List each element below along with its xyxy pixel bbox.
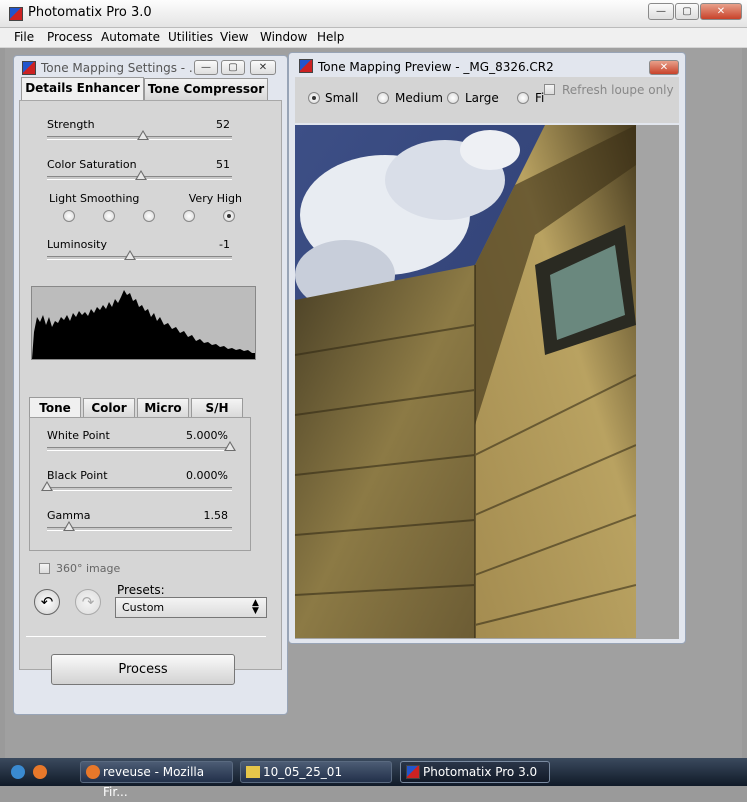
black-point-slider-thumb[interactable] [41, 481, 53, 491]
subtab-micro[interactable]: Micro [137, 398, 189, 418]
app-logo-icon [9, 7, 23, 21]
white-point-label: White Point [47, 429, 110, 442]
menu-utilities[interactable]: Utilities [168, 30, 213, 44]
refresh-loupe-label: Refresh loupe only [562, 83, 674, 97]
white-point-slider-track[interactable] [47, 447, 232, 451]
white-point-value: 5.000% [186, 429, 228, 442]
taskbar-item-label: 10_05_25_01 [263, 765, 343, 779]
subtab-sh[interactable]: S/H [191, 398, 243, 418]
menu-process[interactable]: Process [47, 30, 93, 44]
subtab-tone[interactable]: Tone [29, 397, 81, 418]
light-smoothing-option-3[interactable] [143, 210, 155, 222]
preview-toolbar: Small Medium Large Fi Refresh loupe only [295, 77, 679, 123]
divider [26, 636, 266, 637]
size-fit-label: Fi [535, 91, 545, 105]
color-saturation-value: 51 [216, 158, 230, 171]
size-medium-radio[interactable] [377, 92, 389, 104]
menu-automate[interactable]: Automate [101, 30, 160, 44]
size-small-label: Small [325, 91, 359, 105]
strength-value: 52 [216, 118, 230, 131]
black-point-value: 0.000% [186, 469, 228, 482]
menu-file[interactable]: File [14, 30, 34, 44]
light-smoothing-label: Light Smoothing [49, 192, 140, 205]
undo-arrow-icon[interactable]: ↶ [34, 589, 60, 615]
redo-arrow-icon[interactable]: ↷ [75, 589, 101, 615]
preview-title-bar[interactable]: Tone Mapping Preview - _MG_8326.CR2 ✕ [289, 53, 685, 79]
size-large-label: Large [465, 91, 499, 105]
firefox-icon[interactable] [33, 765, 47, 779]
folder-icon [246, 766, 260, 778]
histogram-graph [32, 290, 255, 359]
black-point-label: Black Point [47, 469, 108, 482]
dropdown-arrows-icon: ▲ ▼ [252, 598, 259, 616]
tone-mapping-preview-window: Tone Mapping Preview - _MG_8326.CR2 ✕ Sm… [288, 52, 686, 644]
preview-image [295, 125, 636, 638]
settings-window-icon [22, 61, 36, 75]
taskbar-item-label: Photomatix Pro 3.0 [423, 765, 538, 779]
luminosity-slider-track[interactable] [47, 256, 232, 260]
menu-bar: File Process Automate Utilities View Win… [0, 28, 747, 48]
tab-tone-compressor[interactable]: Tone Compressor [144, 78, 268, 100]
image-360-label: 360° image [56, 562, 121, 575]
photomatix-icon [406, 765, 420, 779]
light-smoothing-option-5[interactable] [223, 210, 235, 222]
strength-slider-thumb[interactable] [137, 130, 150, 140]
taskbar-item-label: reveuse - Mozilla Fir... [103, 765, 205, 799]
process-button[interactable]: Process [51, 654, 235, 685]
size-medium-label: Medium [395, 91, 443, 105]
strength-label: Strength [47, 118, 95, 131]
taskbar: reveuse - Mozilla Fir... 10_05_25_01 Pho… [0, 758, 747, 799]
luminosity-slider-thumb[interactable] [124, 250, 137, 260]
light-smoothing-value: Very High [188, 192, 242, 205]
presets-selected-value: Custom [122, 601, 165, 614]
taskbar-item-photomatix[interactable]: Photomatix Pro 3.0 [400, 761, 550, 783]
preview-window-icon [299, 59, 313, 73]
menu-view[interactable]: View [220, 30, 248, 44]
black-point-slider-track[interactable] [47, 487, 232, 491]
preview-title: Tone Mapping Preview - _MG_8326.CR2 [318, 60, 554, 74]
firefox-icon [86, 765, 100, 779]
color-saturation-label: Color Saturation [47, 158, 137, 171]
settings-title: Tone Mapping Settings - ... [41, 61, 201, 75]
app-title: Photomatix Pro 3.0 [28, 5, 152, 20]
size-large-radio[interactable] [447, 92, 459, 104]
menu-window[interactable]: Window [260, 30, 307, 44]
color-saturation-slider-thumb[interactable] [135, 170, 148, 180]
size-small-radio[interactable] [308, 92, 320, 104]
settings-minimize-button[interactable]: — [194, 60, 218, 75]
subtab-color[interactable]: Color [83, 398, 135, 418]
luminosity-label: Luminosity [47, 238, 107, 251]
minimize-button[interactable]: — [648, 3, 674, 20]
luminosity-value: -1 [219, 238, 230, 251]
presets-label: Presets: [117, 583, 165, 597]
settings-close-button[interactable]: ✕ [250, 60, 276, 75]
presets-dropdown[interactable]: Custom ▲ ▼ [115, 597, 267, 618]
image-360-checkbox[interactable] [39, 563, 50, 574]
white-point-slider-thumb[interactable] [224, 441, 237, 451]
app-title-bar: Photomatix Pro 3.0 — ▢ ✕ [0, 0, 747, 28]
light-smoothing-option-4[interactable] [183, 210, 195, 222]
preview-canvas [295, 125, 679, 639]
size-fit-radio[interactable] [517, 92, 529, 104]
settings-maximize-button[interactable]: ▢ [221, 60, 245, 75]
refresh-loupe-checkbox[interactable] [544, 84, 555, 95]
tab-details-enhancer[interactable]: Details Enhancer [21, 77, 144, 100]
taskbar-item-folder[interactable]: 10_05_25_01 [240, 761, 392, 783]
tone-mapping-settings-window: Tone Mapping Settings - ... — ▢ ✕ Detail… [13, 55, 288, 715]
light-smoothing-option-2[interactable] [103, 210, 115, 222]
ie-icon[interactable] [11, 765, 25, 779]
taskbar-item-firefox[interactable]: reveuse - Mozilla Fir... [80, 761, 233, 799]
gamma-value: 1.58 [203, 509, 229, 522]
maximize-button[interactable]: ▢ [675, 3, 699, 20]
close-button[interactable]: ✕ [700, 3, 742, 20]
tone-subpanel: White Point 5.000% Black Point 0.000% Ga… [29, 417, 251, 551]
light-smoothing-option-1[interactable] [63, 210, 75, 222]
gamma-slider-thumb[interactable] [63, 521, 76, 531]
histogram [31, 286, 256, 360]
menu-help[interactable]: Help [317, 30, 344, 44]
preview-close-button[interactable]: ✕ [649, 60, 679, 75]
